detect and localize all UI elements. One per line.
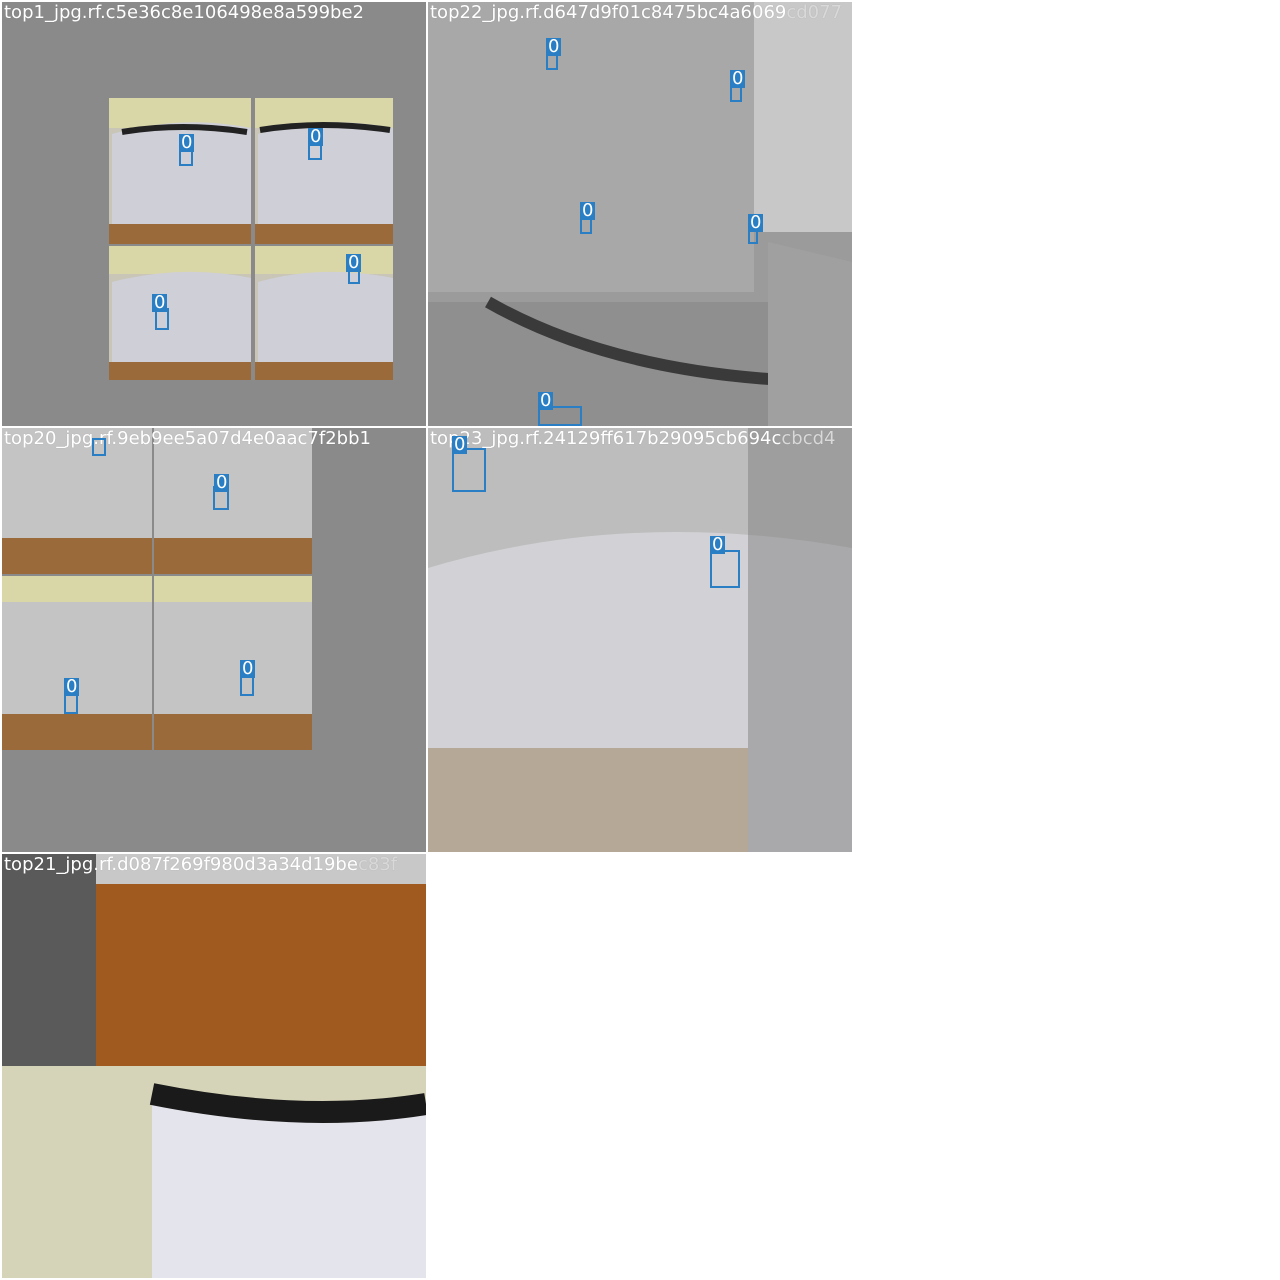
tile-2-title: top22_jpg.rf.d647d9f01c8475bc4a6069cd077 (430, 2, 843, 23)
detection-label: 0 (152, 292, 168, 313)
mosaic-tile-5: top21_jpg.rf.d087f269f980d3a34d19bec83f (2, 854, 426, 1278)
mosaic-tile-1: top1_jpg.rf.c5e36c8e106498e8a599be2 0 0 … (2, 2, 426, 426)
detection-label: 0 (748, 212, 764, 233)
detection-box (710, 550, 740, 588)
tile-4-title: top23_jpg.rf.24129ff617b29095cb694ccbcd4 (430, 428, 836, 449)
tile-4-image (428, 428, 852, 852)
detection-label: 0 (710, 534, 726, 555)
tile-5-image (2, 854, 426, 1278)
detection-label: 0 (64, 676, 80, 697)
tile-1-title: top1_jpg.rf.c5e36c8e106498e8a599be2 (4, 2, 364, 23)
tile-2-image (428, 2, 852, 426)
mosaic-tile-4: top23_jpg.rf.24129ff617b29095cb694ccbcd4… (428, 428, 852, 852)
detection-label: 0 (346, 252, 362, 273)
detection-label: 0 (179, 132, 195, 153)
tile-5-title: top21_jpg.rf.d087f269f980d3a34d19bec83f (4, 854, 398, 875)
detection-label: 0 (308, 126, 324, 147)
detection-label: 0 (538, 390, 554, 411)
detection-label: 0 (214, 472, 230, 493)
detection-label: 0 (452, 434, 468, 455)
tile-3-title: top20_jpg.rf.9eb9ee5a07d4e0aac7f2bb1 (4, 428, 371, 449)
mosaic-tile-3: top20_jpg.rf.9eb9ee5a07d4e0aac7f2bb1 0 0… (2, 428, 426, 852)
detection-box (92, 438, 106, 456)
tile-1-image (2, 2, 426, 426)
detection-label: 0 (546, 36, 562, 57)
detection-label: 0 (240, 658, 256, 679)
detection-label: 0 (580, 200, 596, 221)
mosaic-tile-2: top22_jpg.rf.d647d9f01c8475bc4a6069cd077… (428, 2, 852, 426)
detection-label: 0 (730, 68, 746, 89)
